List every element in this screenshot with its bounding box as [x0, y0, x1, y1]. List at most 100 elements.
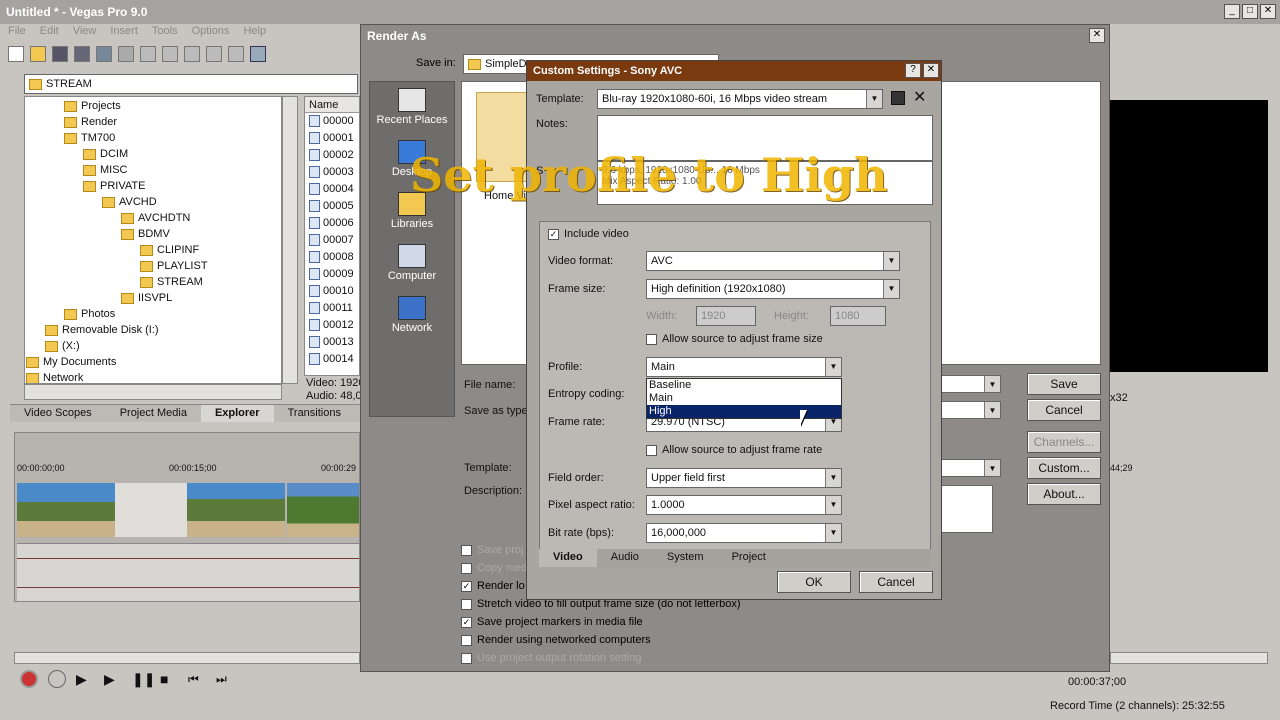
tree-item[interactable]: (X:) [25, 338, 281, 354]
file-list-item[interactable]: 00004 [305, 181, 359, 198]
tree-item[interactable]: PRIVATE [25, 178, 281, 194]
pixel-aspect-dropdown[interactable]: 1.0000 ▼ [646, 495, 842, 515]
profile-dropdown[interactable]: Main ▼ [646, 357, 842, 377]
frame-size-dropdown[interactable]: High definition (1920x1080) ▼ [646, 279, 900, 299]
menu-item[interactable]: View [73, 25, 97, 37]
maximize-button[interactable]: □ [1242, 4, 1258, 19]
new-icon[interactable] [8, 46, 24, 62]
field-order-dropdown[interactable]: Upper field first ▼ [646, 468, 842, 488]
tree-item[interactable]: TM700 [25, 130, 281, 146]
play-from-start-icon[interactable]: ▶ [76, 670, 94, 688]
properties-icon[interactable] [118, 46, 134, 62]
dock-tab[interactable]: Project Media [106, 405, 201, 422]
dock-tab[interactable]: Explorer [200, 405, 274, 422]
normal-edit-tool-icon[interactable] [250, 46, 266, 62]
redo-icon[interactable] [228, 46, 244, 62]
tree-item[interactable]: PLAYLIST [25, 258, 281, 274]
file-list-item[interactable]: 00012 [305, 317, 359, 334]
file-list-item[interactable]: 00008 [305, 249, 359, 266]
file-list-item[interactable]: 00007 [305, 232, 359, 249]
file-list-item[interactable]: 00010 [305, 283, 359, 300]
cut-icon[interactable] [140, 46, 156, 62]
menu-item[interactable]: Tools [152, 25, 178, 37]
render-as-close-button[interactable]: ✕ [1089, 28, 1105, 43]
template-dropdown[interactable]: ▼ [941, 459, 1001, 477]
settings-tab[interactable]: System [653, 549, 718, 567]
settings-tab[interactable]: Video [539, 549, 597, 567]
tree-item[interactable]: AVCHD [25, 194, 281, 210]
chevron-down-icon[interactable]: ▼ [984, 460, 1000, 476]
file-list-item[interactable]: 00002 [305, 147, 359, 164]
ok-button[interactable]: OK [777, 571, 851, 593]
right-hscrollbar[interactable] [1110, 652, 1268, 664]
profile-option[interactable]: Main [647, 392, 841, 405]
tree-item[interactable]: Removable Disk (I:) [25, 322, 281, 338]
menu-item[interactable]: Insert [110, 25, 138, 37]
delete-template-icon[interactable]: ✕ [913, 87, 926, 107]
copy-icon[interactable] [162, 46, 178, 62]
bit-rate-dropdown[interactable]: 16,000,000 ▼ [646, 523, 842, 543]
file-list-item[interactable]: 00011 [305, 300, 359, 317]
tree-item[interactable]: DCIM [25, 146, 281, 162]
menu-item[interactable]: Help [243, 25, 266, 37]
minimize-button[interactable]: _ [1224, 4, 1240, 19]
about-button[interactable]: About... [1027, 483, 1101, 505]
menu-item[interactable]: File [8, 25, 26, 37]
go-to-end-icon[interactable]: ⏭ [216, 670, 234, 688]
explorer-path[interactable]: STREAM [24, 74, 358, 94]
audio-track[interactable] [17, 543, 359, 601]
tree-item[interactable]: MISC [25, 162, 281, 178]
video-format-dropdown[interactable]: AVC ▼ [646, 251, 900, 271]
play-icon[interactable]: ▶ [104, 670, 122, 688]
include-video-checkbox[interactable]: ✓ Include video [548, 228, 629, 240]
dock-tab[interactable]: Transitions [274, 405, 355, 422]
chevron-down-icon[interactable]: ▼ [984, 376, 1000, 392]
file-list-header[interactable]: Name [305, 97, 359, 113]
tree-item[interactable]: Network [25, 370, 281, 383]
render-option-checkbox[interactable]: ✓ Save project markers in media file [461, 613, 921, 631]
menu-item[interactable]: Options [192, 25, 230, 37]
undo-icon[interactable] [206, 46, 222, 62]
chevron-down-icon[interactable]: ▼ [883, 252, 899, 270]
tree-item[interactable]: CLIPINF [25, 242, 281, 258]
custom-template-dropdown[interactable]: Blu-ray 1920x1080-60i, 16 Mbps video str… [597, 89, 883, 109]
places-item[interactable]: Network [370, 290, 454, 342]
chevron-down-icon[interactable]: ▼ [825, 358, 841, 376]
file-list-item[interactable]: 00000 [305, 113, 359, 130]
chevron-down-icon[interactable]: ▼ [825, 496, 841, 514]
save-icon[interactable] [52, 46, 68, 62]
paste-icon[interactable] [184, 46, 200, 62]
custom-close-button[interactable]: ✕ [923, 63, 939, 78]
custom-button[interactable]: Custom... [1027, 457, 1101, 479]
chevron-down-icon[interactable]: ▼ [825, 469, 841, 487]
menu-item[interactable]: Edit [40, 25, 59, 37]
profile-option[interactable]: Baseline [647, 379, 841, 392]
dock-tab[interactable]: Video Scopes [10, 405, 106, 422]
file-list-item[interactable]: 00013 [305, 334, 359, 351]
save-as-type-dropdown[interactable]: ▼ [941, 401, 1001, 419]
save-button[interactable]: Save [1027, 373, 1101, 395]
render-option-checkbox[interactable]: Render using networked computers [461, 631, 921, 649]
chevron-down-icon[interactable]: ▼ [984, 402, 1000, 418]
tree-item[interactable]: Projects [25, 98, 281, 114]
video-clip-1[interactable] [17, 483, 115, 537]
chevron-down-icon[interactable]: ▼ [883, 280, 899, 298]
places-item[interactable]: Recent Places [370, 82, 454, 134]
allow-frame-size-checkbox[interactable]: Allow source to adjust frame size [646, 333, 823, 345]
pause-icon[interactable]: ❚❚ [132, 670, 155, 688]
file-list-item[interactable]: 00006 [305, 215, 359, 232]
file-name-input[interactable]: ▼ [941, 375, 1001, 393]
render-icon[interactable] [96, 46, 112, 62]
loop-icon[interactable] [48, 670, 66, 688]
tree-item[interactable]: STREAM [25, 274, 281, 290]
tree-item[interactable]: My Documents [25, 354, 281, 370]
video-clip-2[interactable] [187, 483, 285, 537]
settings-tab[interactable]: Audio [597, 549, 653, 567]
tree-item[interactable]: Photos [25, 306, 281, 322]
file-list-item[interactable]: 00014 [305, 351, 359, 368]
chevron-down-icon[interactable]: ▼ [825, 524, 841, 542]
file-list-item[interactable]: 00001 [305, 130, 359, 147]
file-list-item[interactable]: 00003 [305, 164, 359, 181]
cancel-button[interactable]: Cancel [1027, 399, 1101, 421]
profile-option[interactable]: High [647, 405, 841, 418]
